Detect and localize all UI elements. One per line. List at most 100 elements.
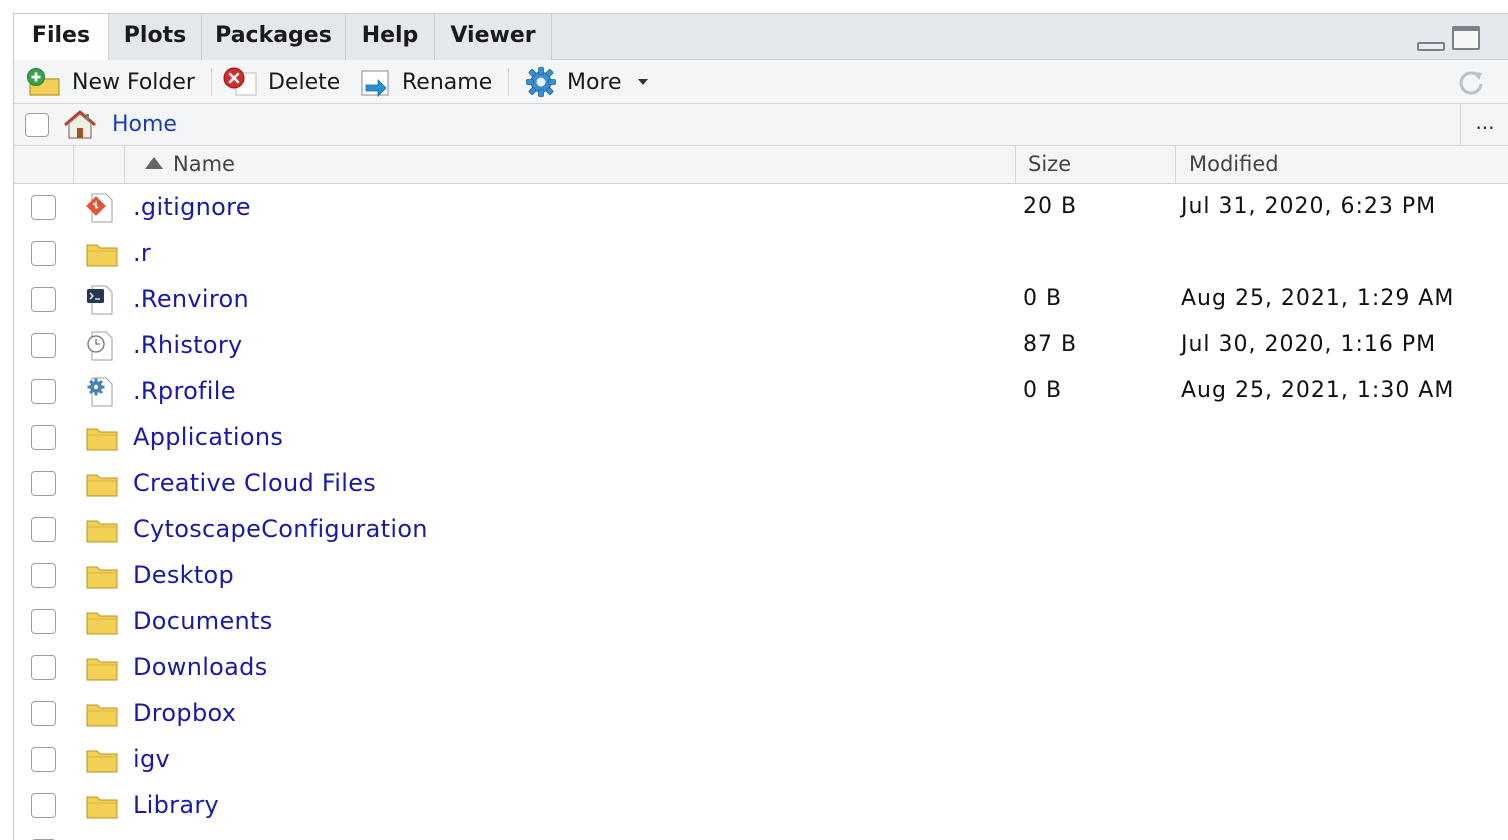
folder-icon bbox=[86, 520, 118, 543]
breadcrumb-home-link[interactable]: Home bbox=[112, 112, 177, 137]
file-size: 87 B bbox=[1023, 332, 1078, 357]
file-name-link[interactable]: igv bbox=[133, 745, 170, 773]
file-name-link[interactable]: Desktop bbox=[133, 561, 234, 589]
row-checkbox[interactable] bbox=[31, 425, 56, 450]
rename-label: Rename bbox=[402, 69, 493, 95]
file-size: 20 B bbox=[1023, 194, 1078, 219]
folder-icon bbox=[86, 428, 118, 451]
folder-icon bbox=[86, 796, 118, 819]
minimize-pane-icon[interactable] bbox=[1417, 42, 1445, 51]
column-name-label: Name bbox=[173, 152, 235, 176]
table-row: Creative Cloud Files bbox=[14, 461, 1508, 507]
row-checkbox[interactable] bbox=[31, 287, 56, 312]
table-row: .Rprofile 0 B Aug 25, 2021, 1:30 AM bbox=[14, 369, 1508, 415]
files-toolbar: New Folder Delete Rename More bbox=[14, 60, 1508, 104]
refresh-icon[interactable] bbox=[1457, 68, 1485, 96]
row-checkbox[interactable] bbox=[31, 655, 56, 680]
header-icon-column bbox=[74, 146, 125, 184]
chevron-down-icon bbox=[637, 79, 648, 85]
file-size: 0 B bbox=[1023, 286, 1063, 311]
file-name-link[interactable]: Documents bbox=[133, 607, 273, 635]
file-name-link[interactable]: Applications bbox=[133, 423, 283, 451]
row-checkbox[interactable] bbox=[31, 379, 56, 404]
folder-icon bbox=[86, 704, 118, 727]
gear-icon bbox=[526, 67, 556, 97]
row-checkbox[interactable] bbox=[31, 241, 56, 266]
file-size: 0 B bbox=[1023, 378, 1063, 403]
settings-file-icon bbox=[87, 377, 113, 407]
table-row: Applications bbox=[14, 415, 1508, 461]
row-checkbox[interactable] bbox=[31, 333, 56, 358]
terminal-file-icon bbox=[87, 285, 113, 315]
file-name-link[interactable]: .Renviron bbox=[133, 285, 249, 313]
file-modified: Jul 31, 2020, 6:23 PM bbox=[1181, 194, 1437, 219]
folder-icon bbox=[86, 566, 118, 589]
rename-button[interactable]: Rename bbox=[360, 65, 492, 99]
file-name-link[interactable]: Downloads bbox=[133, 653, 268, 681]
tab-files[interactable]: Files bbox=[14, 14, 109, 61]
more-label: More bbox=[567, 69, 622, 95]
sort-ascending-icon bbox=[145, 157, 163, 169]
row-checkbox[interactable] bbox=[31, 701, 56, 726]
tab-viewer[interactable]: Viewer bbox=[435, 14, 552, 60]
table-row: Library bbox=[14, 783, 1508, 829]
tab-plots[interactable]: Plots bbox=[109, 14, 202, 60]
pane-tab-bar: Files Plots Packages Help Viewer bbox=[14, 14, 1508, 61]
file-name-link[interactable]: .gitignore bbox=[133, 193, 251, 221]
file-name-link[interactable]: .r bbox=[133, 239, 151, 267]
go-to-directory-button[interactable]: ... bbox=[1460, 104, 1508, 146]
delete-button[interactable]: Delete bbox=[222, 65, 340, 99]
column-header-modified[interactable]: Modified bbox=[1176, 146, 1508, 184]
column-header-size[interactable]: Size bbox=[1016, 146, 1176, 184]
file-name-link[interactable]: Dropbox bbox=[133, 699, 236, 727]
table-row: Documents bbox=[14, 599, 1508, 645]
table-row: .r bbox=[14, 231, 1508, 277]
folder-icon bbox=[86, 750, 118, 773]
more-menu-button[interactable]: More bbox=[525, 65, 648, 99]
git-file-icon bbox=[86, 193, 113, 223]
file-name-link[interactable]: .Rhistory bbox=[133, 331, 243, 359]
file-modified: Aug 25, 2021, 1:30 AM bbox=[1181, 378, 1455, 403]
select-all-checkbox[interactable] bbox=[25, 113, 49, 137]
delete-label: Delete bbox=[268, 69, 341, 95]
maximize-pane-icon[interactable] bbox=[1452, 26, 1480, 50]
file-modified: Jul 30, 2020, 1:16 PM bbox=[1181, 332, 1437, 357]
header-checkbox-column bbox=[14, 146, 74, 184]
tab-help[interactable]: Help bbox=[346, 14, 435, 60]
files-pane: Files Plots Packages Help Viewer New Fol… bbox=[13, 13, 1508, 840]
new-folder-button[interactable]: New Folder bbox=[26, 65, 195, 99]
row-checkbox[interactable] bbox=[31, 609, 56, 634]
table-row: .Renviron 0 B Aug 25, 2021, 1:29 AM bbox=[14, 277, 1508, 323]
delete-icon bbox=[223, 67, 257, 96]
row-checkbox[interactable] bbox=[31, 793, 56, 818]
folder-icon bbox=[86, 612, 118, 635]
row-checkbox[interactable] bbox=[31, 747, 56, 772]
folder-icon bbox=[86, 658, 118, 681]
home-icon[interactable] bbox=[62, 110, 98, 140]
row-checkbox[interactable] bbox=[31, 563, 56, 588]
column-header-name[interactable]: Name bbox=[125, 146, 1016, 184]
table-row: .Rhistory 87 B Jul 30, 2020, 1:16 PM bbox=[14, 323, 1508, 369]
history-file-icon bbox=[87, 331, 113, 361]
rename-icon bbox=[361, 70, 389, 97]
file-name-link[interactable]: .Rprofile bbox=[133, 377, 236, 405]
tab-packages[interactable]: Packages bbox=[202, 14, 346, 60]
new-folder-icon bbox=[27, 68, 60, 96]
file-name-link[interactable]: Creative Cloud Files bbox=[133, 469, 376, 497]
row-checkbox[interactable] bbox=[31, 471, 56, 496]
table-row: igv bbox=[14, 737, 1508, 783]
table-row: CytoscapeConfiguration bbox=[14, 507, 1508, 553]
table-row: Downloads bbox=[14, 645, 1508, 691]
table-row: .gitignore 20 B Jul 31, 2020, 6:23 PM bbox=[14, 185, 1508, 231]
folder-icon bbox=[86, 474, 118, 497]
file-name-link[interactable]: CytoscapeConfiguration bbox=[133, 515, 428, 543]
new-folder-label: New Folder bbox=[72, 69, 195, 95]
table-row bbox=[14, 829, 1508, 840]
table-row: Desktop bbox=[14, 553, 1508, 599]
file-name-link[interactable]: Library bbox=[133, 791, 219, 819]
file-list-header: Name Size Modified bbox=[14, 146, 1508, 184]
row-checkbox[interactable] bbox=[31, 517, 56, 542]
breadcrumb: Home ... bbox=[14, 104, 1508, 146]
row-checkbox[interactable] bbox=[31, 195, 56, 220]
folder-icon bbox=[86, 244, 118, 267]
